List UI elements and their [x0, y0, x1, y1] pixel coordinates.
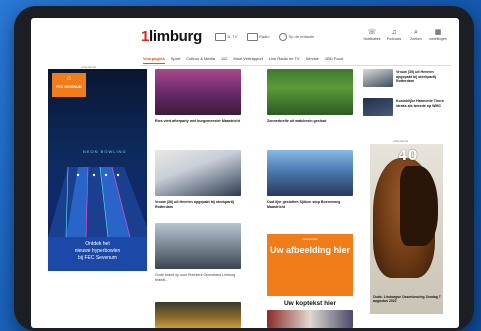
article-image [155, 69, 241, 115]
menu-item-sport[interactable]: Sport [171, 56, 181, 64]
menu-item-live[interactable]: Live Radio en TV [269, 56, 300, 64]
fec-sevenum-logo: ⌂ FEC SEVENUM [52, 73, 86, 97]
house-icon: ⌂ [66, 75, 72, 82]
ad-label: Advertentie [393, 139, 409, 143]
search-icon: ⌕ [414, 29, 418, 36]
headphones-icon: ♫ [391, 29, 397, 36]
tv-link[interactable]: 1L TV [215, 33, 237, 41]
ad-text: Ontdek het nieuwe hyperbowlen bij FEC Se… [48, 237, 147, 271]
radio-icon [247, 33, 258, 41]
article-title: Vrouw (30) uit Heerlen opgepakt bij stee… [396, 70, 437, 84]
article-image [155, 223, 241, 269]
article-image [267, 150, 353, 196]
site-header: 1limburg 1L TV Radio Tip de redactie ☏ No… [31, 18, 459, 54]
ad-caption: Oude- Limburgse Ossenkeuring Zondag 7 au… [373, 295, 441, 304]
article-image [155, 150, 241, 196]
article-list-item[interactable]: Koninklijke Harmonie Thorn straks als tw… [363, 98, 449, 122]
chat-icon [279, 33, 287, 41]
article-image [267, 310, 353, 328]
article-thumb [363, 69, 393, 87]
settings-button[interactable]: ▦ Instellingen [427, 28, 449, 41]
bowling-ad[interactable]: ⌂ FEC SEVENUM NEON BOWLING Ontdek het ni… [48, 69, 147, 271]
tv-icon [215, 33, 226, 41]
menu-item-vertrapport[interactable]: Mooi Vertrapport [233, 56, 263, 64]
article-card[interactable] [155, 302, 241, 328]
article-title: Grote brand op oost Roerkerk Ommeland Li… [155, 273, 236, 282]
article-title: Koninklijke Harmonie Thorn straks als tw… [396, 99, 444, 108]
article-card[interactable]: Oud lijsr geslotten Sjöken stop Boerenwe… [267, 150, 353, 214]
promo-block[interactable]: Advertentie Uw afbeelding hier [267, 234, 353, 296]
ad-number: 40 [398, 148, 418, 164]
menu-item-cultuur[interactable]: Cultuur & Media [186, 56, 215, 64]
article-title: Vrouw (30) uit Heerlen opgepakt bij stee… [155, 200, 234, 209]
site-logo[interactable]: 1limburg [141, 28, 202, 45]
article-title: Ries viert afterparty met burgemeester M… [155, 119, 240, 123]
neon-bowling-sign: NEON BOWLING [83, 149, 127, 154]
article-image [155, 302, 241, 328]
ossenkeuring-ad[interactable]: 40 Oude- Limburgse Ossenkeuring Zondag 7… [370, 144, 443, 314]
article-card[interactable]: Vrouw (30) uit Heerlen opgepakt bij stee… [155, 150, 241, 214]
menu-item-food[interactable]: 1BD Food [325, 56, 343, 64]
menu-item-service[interactable]: Service [306, 56, 319, 64]
search-button[interactable]: ⌕ Zoeken [405, 28, 427, 41]
article-list-item[interactable]: Vrouw (30) uit Heerlen opgepakt bij stee… [363, 69, 449, 93]
radio-link[interactable]: Radio [247, 33, 269, 41]
article-card[interactable] [267, 310, 353, 328]
article-card[interactable]: Ries viert afterparty met burgemeester M… [155, 69, 241, 133]
notifications-button[interactable]: ☏ Notificaties [361, 28, 383, 41]
promo-label: Advertentie [302, 237, 318, 241]
article-image [267, 69, 353, 115]
menu-item-112[interactable]: 112 [221, 56, 227, 64]
tip-link[interactable]: Tip de redactie [279, 33, 314, 41]
menu-divider [141, 65, 451, 66]
main-menu: Voorpagina Sport Cultuur & Media 112 Moo… [143, 56, 443, 64]
article-title: Zonnerbrelle uit watchesin gesloot [267, 119, 327, 123]
podcasts-button[interactable]: ♫ Podcasts [383, 28, 405, 41]
tablet-screen: 1limburg 1L TV Radio Tip de redactie ☏ No… [31, 18, 459, 328]
bell-icon: ☏ [367, 29, 377, 36]
tablet-frame: 1limburg 1L TV Radio Tip de redactie ☏ No… [14, 6, 474, 331]
bowling-lanes [48, 167, 147, 237]
menu-item-voorpagina[interactable]: Voorpagina [143, 56, 165, 64]
article-card[interactable]: Zonnerbrelle uit watchesin gesloot [267, 69, 353, 133]
promo-caption: Uw koptekst hier [283, 300, 336, 307]
article-title: Oud lijsr geslotten Sjöken stop Boerenwe… [267, 200, 341, 209]
article-card[interactable]: Grote brand op oost Roerkerk Ommeland Li… [155, 223, 241, 287]
promo-headline: Uw afbeelding hier [269, 245, 350, 255]
article-thumb [363, 98, 393, 116]
grid-icon: ▦ [434, 29, 442, 36]
horse-mane [400, 166, 438, 246]
